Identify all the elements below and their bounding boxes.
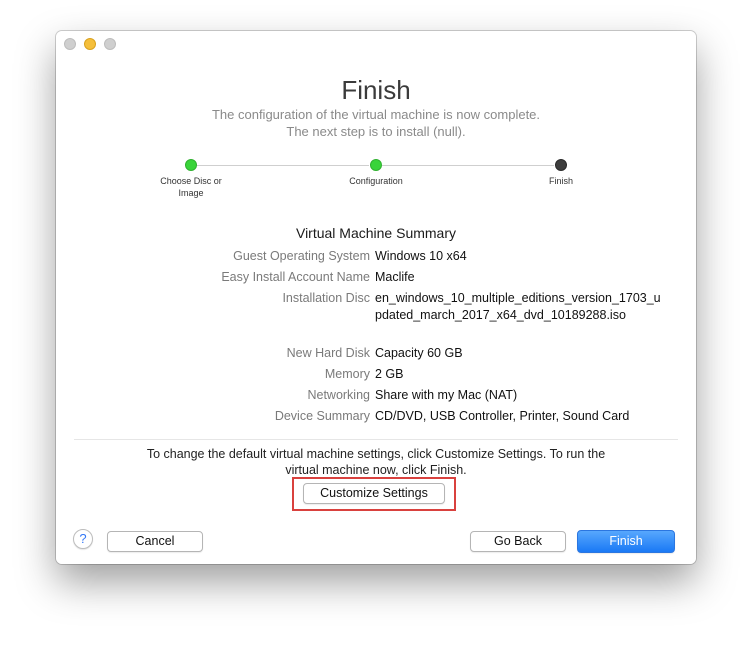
step-1-complete-icon [185, 159, 197, 171]
step-2-complete-icon [370, 159, 382, 171]
divider [74, 439, 678, 440]
step-2-label: Configuration [349, 176, 403, 186]
summary-value: Windows 10 x64 [375, 249, 467, 263]
window-controls [64, 38, 116, 50]
summary-label: Guest Operating System [233, 249, 370, 263]
summary-value: Share with my Mac (NAT) [375, 388, 518, 402]
vm-assistant-window: Finish The configuration of the virtual … [56, 31, 696, 564]
step-3-current-icon [555, 159, 567, 171]
summary-label: New Hard Disk [286, 346, 370, 360]
customize-highlight: Customize Settings [292, 477, 456, 511]
summary-label: Device Summary [274, 409, 370, 423]
customize-settings-button[interactable]: Customize Settings [303, 483, 445, 504]
help-icon[interactable]: ? [73, 529, 93, 549]
go-back-button[interactable]: Go Back [470, 531, 566, 552]
summary-value: CD/DVD, USB Controller, Printer, Sound C… [375, 409, 630, 423]
cancel-button[interactable]: Cancel [107, 531, 203, 552]
step-3-label: Finish [548, 176, 573, 186]
step-connector [197, 165, 369, 166]
summary-value: 2 GB [375, 367, 404, 381]
summary-value: Capacity 60 GB [375, 346, 463, 360]
step-connector [382, 165, 554, 166]
summary-value: Maclife [375, 270, 415, 284]
subtitle-line-2: The next step is to install (null). [286, 124, 466, 139]
step-1-label: Choose Disc or Image [160, 176, 222, 198]
zoom-window-button[interactable] [104, 38, 116, 50]
summary-label: Easy Install Account Name [221, 270, 370, 284]
summary-value: pdated_march_2017_x64_dvd_10189288.iso [375, 308, 626, 322]
finish-button[interactable]: Finish [577, 530, 675, 553]
minimize-window-button[interactable] [84, 38, 96, 50]
summary-label: Networking [307, 388, 370, 402]
window-content: Finish The configuration of the virtual … [56, 31, 696, 564]
page-title: Finish [341, 75, 411, 105]
summary-label: Memory [324, 367, 370, 381]
subtitle-line-1: The configuration of the virtual machine… [211, 107, 541, 122]
summary-title: Virtual Machine Summary [295, 225, 457, 241]
info-text: To change the default virtual machine se… [146, 447, 606, 477]
close-window-button[interactable] [64, 38, 76, 50]
summary-label: Installation Disc [282, 291, 370, 305]
